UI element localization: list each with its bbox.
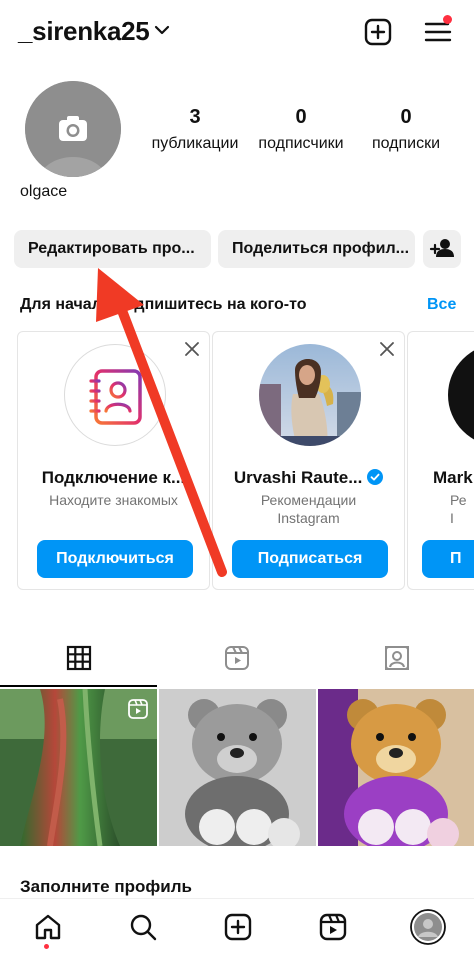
suggestion-avatar[interactable] <box>448 344 474 446</box>
suggestion-card: Urvashi Raute... Рекомендации Instagram … <box>212 331 405 590</box>
suggestion-card: Mark Ре I П <box>407 331 474 590</box>
posts-count[interactable]: 3 публикации <box>145 106 245 153</box>
suggestion-card: Подключение к... Находите знакомых Подкл… <box>17 331 210 590</box>
close-icon[interactable] <box>380 342 394 356</box>
plus-square-icon[interactable] <box>364 18 392 46</box>
following-count[interactable]: 0 подписки <box>366 106 446 153</box>
profile-avatar[interactable] <box>25 81 121 177</box>
chevron-down-icon[interactable] <box>154 24 170 36</box>
home-icon[interactable] <box>34 913 62 941</box>
post-thumbnail[interactable] <box>318 689 474 846</box>
bottom-navigation <box>0 898 474 957</box>
connect-contacts-button[interactable]: Подключиться <box>37 540 193 578</box>
suggestion-avatar[interactable] <box>259 344 361 446</box>
camera-icon <box>25 81 121 177</box>
add-person-button[interactable] <box>423 230 461 268</box>
contacts-icon <box>64 344 166 446</box>
username-title[interactable]: _sirenka25 <box>18 16 150 47</box>
active-tab-indicator <box>0 685 157 687</box>
add-person-icon <box>429 239 454 257</box>
follow-button[interactable]: П <box>422 540 474 578</box>
notification-dot <box>44 944 49 949</box>
notification-dot <box>443 15 452 24</box>
profile-name: olgace <box>20 183 68 200</box>
create-icon[interactable] <box>224 913 252 941</box>
reels-icon[interactable] <box>224 645 250 671</box>
top-bar: _sirenka25 <box>0 0 474 64</box>
profile-avatar[interactable] <box>410 909 446 945</box>
suggestion-name: Подключение к... <box>41 468 186 487</box>
edit-profile-button[interactable]: Редактировать про... <box>14 230 211 268</box>
suggestion-subtitle: Ре I <box>450 492 467 526</box>
post-thumbnail[interactable] <box>159 689 316 846</box>
search-icon[interactable] <box>129 913 157 941</box>
share-profile-button[interactable]: Поделиться профил... <box>218 230 415 268</box>
discover-people-title: Для начала подпишитесь на кого-то <box>20 296 307 313</box>
profile-tabs <box>0 628 474 688</box>
complete-profile-heading: Заполните профиль <box>20 877 192 896</box>
suggestion-subtitle: Рекомендации Instagram <box>260 492 357 526</box>
reels-icon <box>128 699 148 719</box>
suggestion-name: Mark <box>433 468 473 487</box>
close-icon[interactable] <box>185 342 199 356</box>
grid-icon[interactable] <box>66 645 92 671</box>
reels-icon[interactable] <box>319 913 347 941</box>
followers-count[interactable]: 0 подписчики <box>250 106 352 153</box>
verified-badge-icon <box>367 469 384 485</box>
tagged-person-icon[interactable] <box>384 645 410 671</box>
post-thumbnail[interactable] <box>0 689 157 846</box>
suggestion-name: Urvashi Raute... <box>213 468 404 488</box>
see-all-link[interactable]: Все <box>427 296 456 314</box>
follow-button[interactable]: Подписаться <box>232 540 388 578</box>
suggestion-subtitle: Находите знакомых <box>49 492 178 508</box>
